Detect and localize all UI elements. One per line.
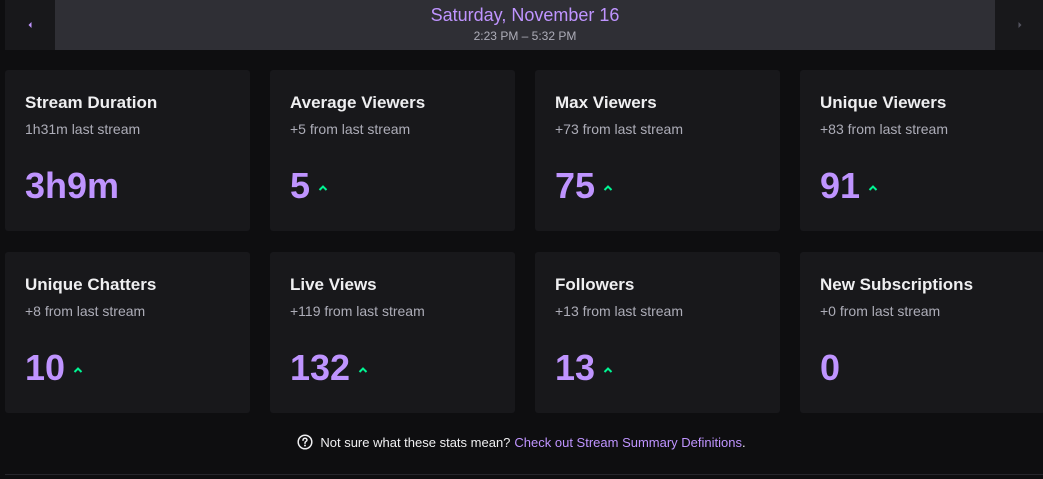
stat-title: Max Viewers (555, 93, 657, 112)
stat-value: 5 (290, 165, 311, 206)
stat-title: Live Views (290, 275, 377, 294)
chevron-left-icon (28, 22, 32, 28)
stat-card-unique-viewers: Unique Viewers +83 from last stream 91 (800, 70, 1043, 231)
stream-date-title: Saturday, November 16 (430, 5, 620, 25)
trend-up-icon (73, 367, 83, 373)
next-stream-button[interactable] (995, 0, 1043, 50)
chevron-right-icon (1018, 22, 1022, 28)
stat-comparison: +73 from last stream (555, 121, 683, 137)
stat-value-row: 5 (290, 164, 328, 208)
stat-card-new-subscriptions: New Subscriptions +0 from last stream 0 (800, 252, 1043, 413)
stat-value: 13 (555, 347, 596, 388)
stat-value-row: 91 (820, 164, 878, 208)
stat-value-row: 3h9m (25, 164, 119, 208)
stat-title: Unique Viewers (820, 93, 947, 112)
stat-value: 3h9m (25, 165, 120, 206)
trend-up-icon (358, 367, 368, 373)
question-circle-icon (297, 434, 313, 450)
stat-value: 10 (25, 347, 66, 388)
stat-value-row: 132 (290, 346, 368, 390)
trend-up-icon (318, 185, 328, 191)
stat-title: Average Viewers (290, 93, 426, 112)
stat-value-row: 75 (555, 164, 613, 208)
stream-summary-definitions-link[interactable]: Check out Stream Summary Definitions (514, 435, 742, 450)
stat-value: 91 (820, 165, 861, 206)
stat-value: 132 (290, 347, 351, 388)
trend-up-icon (603, 367, 613, 373)
stat-comparison: +119 from last stream (290, 303, 425, 319)
stat-card-max-viewers: Max Viewers +73 from last stream 75 (535, 70, 780, 231)
stream-time-range: 2:23 PM – 5:32 PM (473, 29, 577, 43)
help-text: Not sure what these stats mean? (320, 434, 511, 450)
stat-comparison: +0 from last stream (820, 303, 941, 319)
stat-comparison: +83 from last stream (820, 121, 948, 137)
help-note: Not sure what these stats mean? Check ou… (0, 434, 1043, 450)
divider (5, 474, 1043, 475)
stat-value: 75 (555, 165, 596, 206)
stat-value: 0 (820, 347, 841, 388)
previous-stream-button[interactable] (5, 0, 55, 50)
trend-up-icon (868, 185, 878, 191)
stat-card-average-viewers: Average Viewers +5 from last stream 5 (270, 70, 515, 231)
stat-value-row: 10 (25, 346, 83, 390)
date-navigator: Saturday, November 16 2:23 PM – 5:32 PM (5, 0, 1043, 50)
trend-up-icon (603, 185, 613, 191)
stat-comparison: +8 from last stream (25, 303, 146, 319)
stat-card-followers: Followers +13 from last stream 13 (535, 252, 780, 413)
stat-comparison: 1h31m last stream (25, 121, 141, 137)
stat-title: Unique Chatters (25, 275, 157, 294)
stat-comparison: +13 from last stream (555, 303, 683, 319)
stat-value-row: 0 (820, 346, 840, 390)
stat-title: Stream Duration (25, 93, 158, 112)
help-period: . (742, 434, 746, 450)
date-panel: Saturday, November 16 2:23 PM – 5:32 PM (55, 0, 995, 50)
stat-title: Followers (555, 275, 635, 294)
stat-value-row: 13 (555, 346, 613, 390)
stat-title: New Subscriptions (820, 275, 974, 294)
stat-card-unique-chatters: Unique Chatters +8 from last stream 10 (5, 252, 250, 413)
stat-card-stream-duration: Stream Duration 1h31m last stream 3h9m (5, 70, 250, 231)
stat-card-live-views: Live Views +119 from last stream 132 (270, 252, 515, 413)
stat-comparison: +5 from last stream (290, 121, 411, 137)
